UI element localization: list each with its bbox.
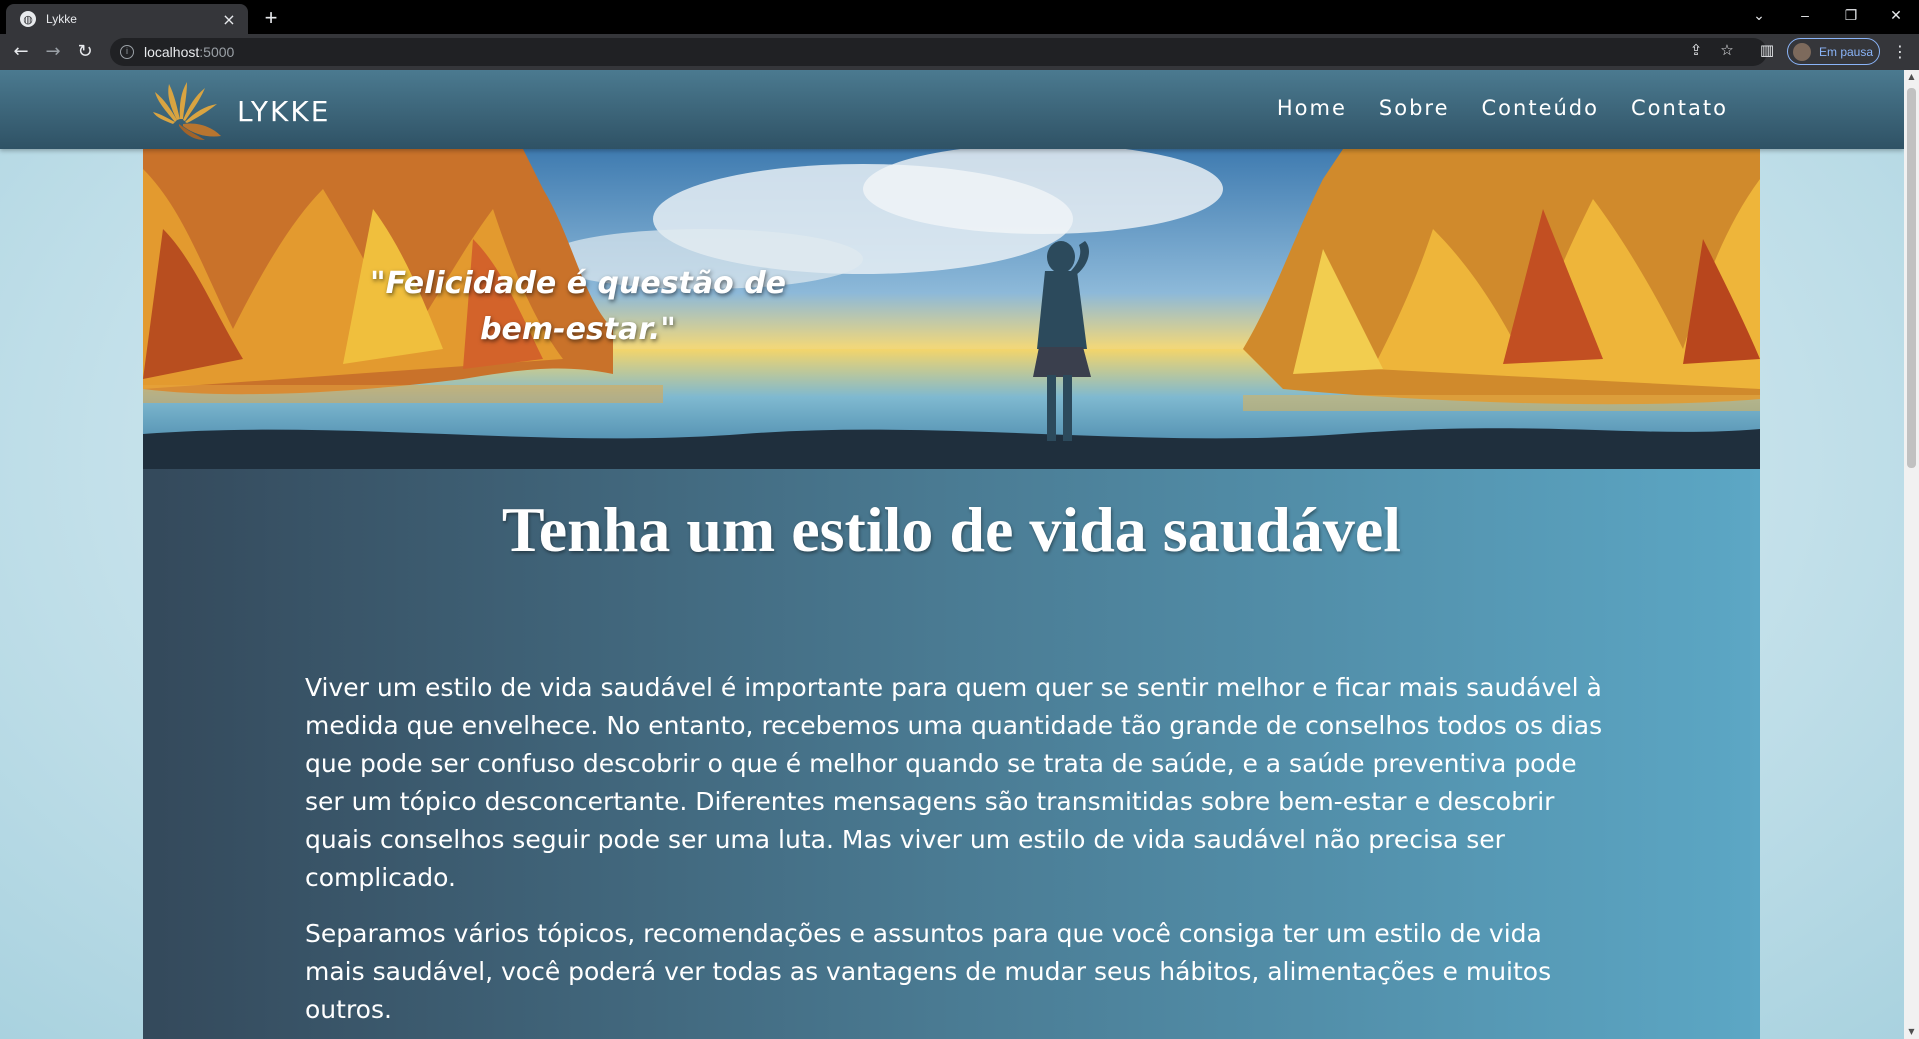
side-panel-icon[interactable]: ▥ [1755, 38, 1779, 62]
page-viewport: LYKKE Home Sobre Conteúdo Contato "Felic… [0, 70, 1904, 1039]
nav-link-home[interactable]: Home [1277, 96, 1347, 120]
scrollbar-thumb[interactable] [1907, 88, 1916, 468]
paragraph-intro: Viver um estilo de vida saudável é impor… [305, 673, 1603, 892]
arrow-right-icon[interactable]: → [40, 39, 66, 65]
hero-banner: "Felicidade é questão de bem-estar." [143, 149, 1760, 469]
tab-title: Lykke [46, 12, 77, 26]
site-nav: Home Sobre Conteúdo Contato [1277, 96, 1728, 120]
hero-quote-line-2: bem-estar." [480, 312, 676, 347]
browser-tabstrip: ◍ Lykke × + ⌄ – ❐ ✕ [0, 0, 1919, 34]
address-bar[interactable]: i localhost :5000 [110, 38, 1767, 66]
nav-link-conteudo[interactable]: Conteúdo [1482, 96, 1599, 120]
url-host: localhost [144, 44, 200, 60]
scroll-up-icon[interactable]: ▲ [1904, 70, 1919, 84]
site-header: LYKKE Home Sobre Conteúdo Contato [0, 70, 1904, 149]
reload-icon[interactable]: ↻ [72, 39, 98, 65]
page-scrollbar[interactable]: ▲ ▼ [1904, 70, 1919, 1039]
star-icon[interactable]: ☆ [1715, 38, 1739, 62]
nav-link-contato[interactable]: Contato [1631, 96, 1728, 120]
nav-link-sobre[interactable]: Sobre [1379, 96, 1450, 120]
browser-toolbar: ← → ↻ i localhost :5000 ⇪ ☆ ▥ Em pausa ⋮ [0, 34, 1919, 70]
brand[interactable]: LYKKE [153, 78, 330, 140]
share-icon[interactable]: ⇪ [1684, 38, 1708, 62]
browser-tab[interactable]: ◍ Lykke × [6, 4, 248, 34]
page-title: Tenha um estilo de vida saudável [501, 494, 1402, 565]
minimize-icon[interactable]: – [1782, 0, 1828, 30]
restore-icon[interactable]: ❐ [1828, 0, 1874, 30]
arrow-left-icon[interactable]: ← [8, 39, 34, 65]
profile-status-label: Em pausa [1819, 44, 1874, 59]
globe-icon: ◍ [20, 11, 36, 27]
paragraph-topics: Separamos vários tópicos, recomendações … [305, 919, 1552, 1024]
hero-quote: "Felicidade é questão de bem-estar." [353, 261, 803, 353]
tab-search-icon[interactable]: ⌄ [1736, 0, 1782, 30]
kebab-menu-icon[interactable]: ⋮ [1888, 40, 1912, 64]
hero-quote-line-1: "Felicidade é questão de [369, 266, 787, 301]
window-close-icon[interactable]: ✕ [1873, 0, 1919, 30]
url-port: :5000 [199, 44, 235, 60]
new-tab-button[interactable]: + [258, 6, 284, 32]
content-body: Viver um estilo de vida saudável é impor… [305, 669, 1605, 1039]
scroll-down-icon[interactable]: ▼ [1904, 1025, 1919, 1039]
avatar [1793, 42, 1811, 61]
info-icon[interactable]: i [120, 45, 134, 59]
close-icon[interactable]: × [220, 10, 238, 29]
main-content: Tenha um estilo de vida saudável Viver u… [143, 469, 1760, 1039]
profile-button[interactable]: Em pausa [1787, 38, 1880, 65]
leaf-fan-logo [153, 82, 221, 140]
brand-name: LYKKE [237, 94, 331, 128]
